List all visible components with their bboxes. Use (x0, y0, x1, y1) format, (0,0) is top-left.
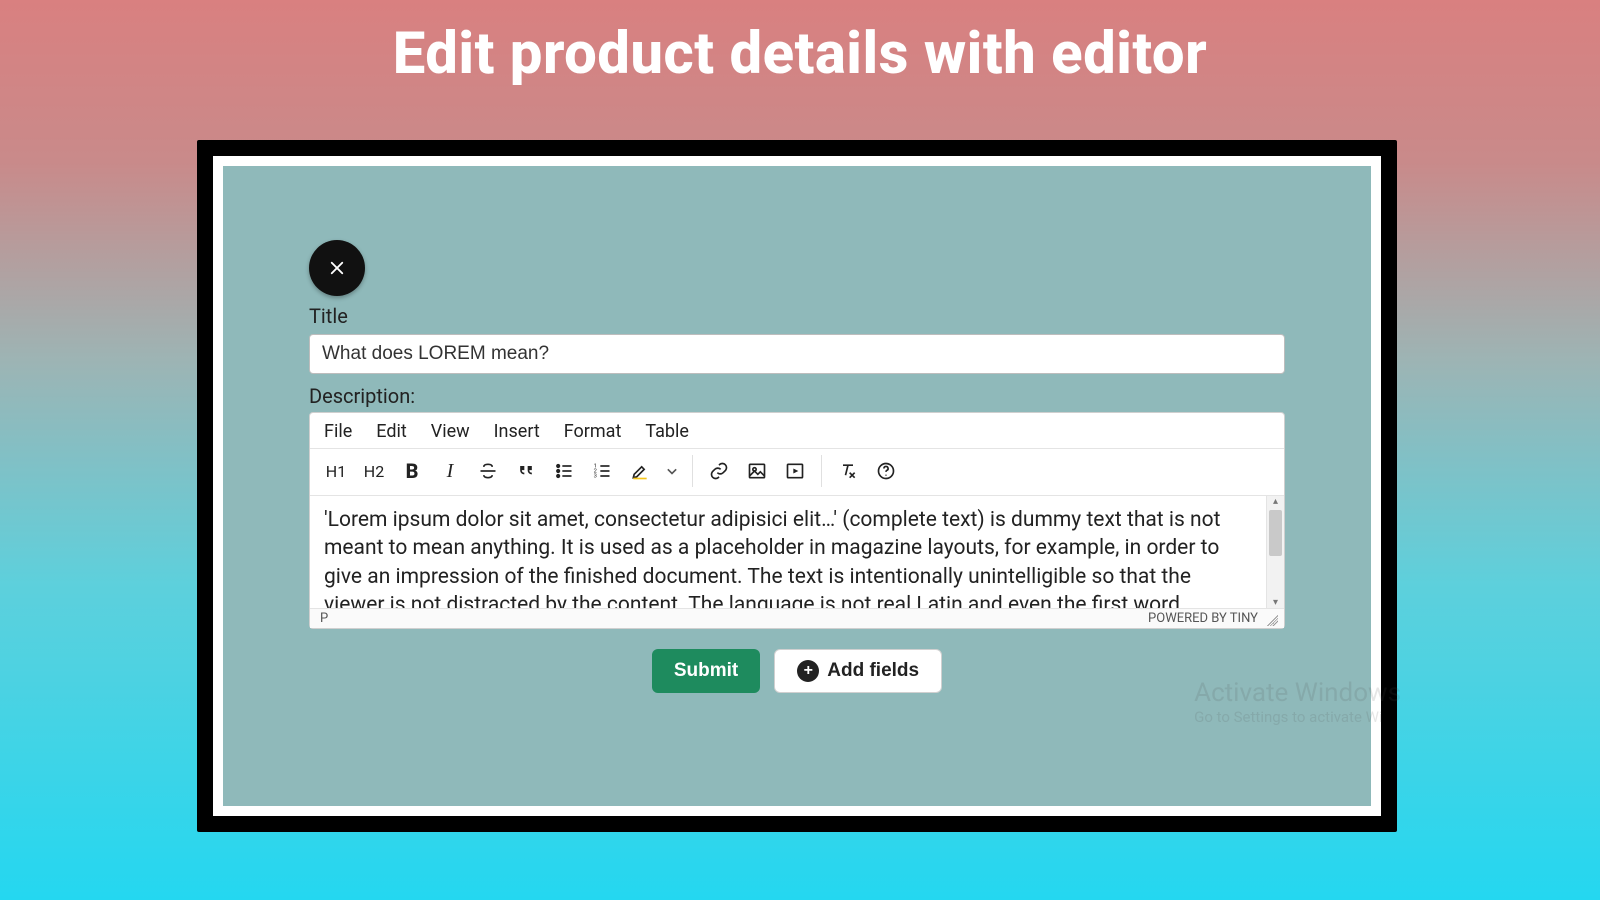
blockquote-button[interactable] (508, 453, 544, 489)
plus-icon: + (797, 660, 819, 682)
strikethrough-icon (478, 461, 498, 481)
editor-statusbar: P POWERED BY TINY (310, 608, 1284, 628)
modal-backdrop: Title Description: File Edit View Insert… (223, 166, 1371, 806)
highlight-icon (630, 461, 650, 481)
italic-button[interactable]: I (432, 453, 468, 489)
clear-format-button[interactable] (830, 453, 866, 489)
image-button[interactable] (739, 453, 775, 489)
add-fields-button[interactable]: + Add fields (774, 649, 942, 693)
help-button[interactable] (868, 453, 904, 489)
submit-button[interactable]: Submit (652, 649, 760, 693)
form-actions: Submit + Add fields (309, 649, 1285, 693)
close-button[interactable] (309, 240, 365, 296)
bullet-list-icon (554, 461, 574, 481)
editor-menubar: File Edit View Insert Format Table (310, 413, 1284, 448)
close-icon (328, 259, 346, 277)
menu-edit[interactable]: Edit (376, 421, 406, 442)
numbered-list-button[interactable]: 123 (584, 453, 620, 489)
heading2-button[interactable]: H2 (356, 453, 392, 489)
image-icon (747, 461, 767, 481)
chevron-down-icon (662, 461, 682, 481)
editor-scrollbar[interactable]: ▴ ▾ (1266, 496, 1284, 608)
scroll-down-icon[interactable]: ▾ (1267, 597, 1284, 608)
frame-inner: Title Description: File Edit View Insert… (213, 156, 1381, 816)
status-path[interactable]: P (320, 611, 328, 626)
title-label: Title (309, 304, 1285, 328)
bold-button[interactable]: B (394, 453, 430, 489)
scroll-thumb[interactable] (1269, 510, 1282, 556)
numbered-list-icon: 123 (592, 461, 612, 481)
title-input[interactable] (309, 334, 1285, 374)
highlight-color-button[interactable] (622, 453, 658, 489)
menu-insert[interactable]: Insert (494, 421, 540, 442)
editor-toolbar: H1 H2 B I (310, 448, 1284, 496)
menu-file[interactable]: File (324, 421, 352, 442)
editor-content[interactable]: 'Lorem ipsum dolor sit amet, consectetur… (310, 496, 1266, 608)
watermark-line2: Go to Settings to activate Wi (1194, 708, 1401, 726)
strikethrough-button[interactable] (470, 453, 506, 489)
add-fields-label: Add fields (827, 660, 919, 682)
edit-product-modal: Title Description: File Edit View Insert… (309, 240, 1285, 693)
menu-format[interactable]: Format (564, 421, 622, 442)
powered-by-label: POWERED BY TINY (1148, 611, 1258, 626)
bullet-list-button[interactable] (546, 453, 582, 489)
rich-text-editor: File Edit View Insert Format Table H1 H2… (309, 412, 1285, 629)
description-label: Description: (309, 384, 1285, 408)
highlight-color-dropdown[interactable] (660, 453, 684, 489)
toolbar-separator (692, 455, 693, 487)
link-button[interactable] (701, 453, 737, 489)
toolbar-separator (821, 455, 822, 487)
clear-format-icon (838, 461, 858, 481)
svg-text:3: 3 (594, 474, 597, 480)
page-heading: Edit product details with editor (0, 20, 1600, 88)
video-icon (785, 461, 805, 481)
media-button[interactable] (777, 453, 813, 489)
quote-icon (516, 461, 536, 481)
help-icon (876, 461, 896, 481)
resize-handle-icon[interactable] (1264, 612, 1278, 626)
heading1-button[interactable]: H1 (318, 453, 354, 489)
menu-table[interactable]: Table (645, 421, 689, 442)
link-icon (709, 461, 729, 481)
screenshot-frame: Title Description: File Edit View Insert… (197, 140, 1397, 832)
scroll-up-icon[interactable]: ▴ (1267, 496, 1284, 507)
menu-view[interactable]: View (431, 421, 470, 442)
